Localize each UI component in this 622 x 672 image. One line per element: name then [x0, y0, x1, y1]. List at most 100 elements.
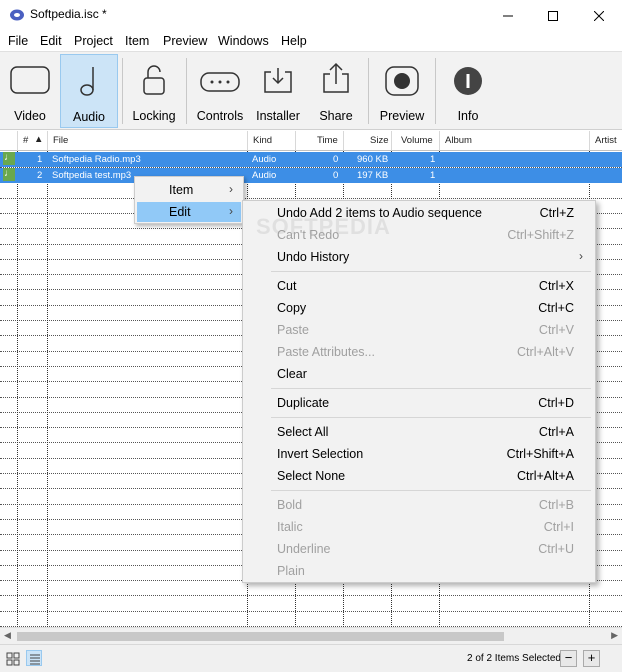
- cell-volume: 1: [430, 170, 436, 181]
- menu-item-shortcut: Ctrl+B: [538, 498, 574, 512]
- menu-file[interactable]: File: [8, 34, 28, 48]
- col-size[interactable]: Size: [370, 135, 388, 146]
- col-artist[interactable]: Artist: [595, 135, 617, 146]
- submenu-item-item[interactable]: Item ›: [137, 180, 241, 200]
- maximize-button[interactable]: [530, 0, 576, 31]
- menu-item-shortcut: Ctrl+Alt+V: [517, 345, 574, 359]
- menu-item-label: Can't Redo: [277, 228, 340, 242]
- menu-separator: [271, 271, 591, 272]
- menu-item-label: Paste Attributes...: [277, 345, 375, 359]
- menu-item-can-t-redo: Can't Redo Ctrl+Shift+Z: [245, 224, 593, 246]
- col-num[interactable]: #: [23, 135, 28, 146]
- cell-kind: Audio: [252, 170, 277, 181]
- menu-item-label: Undo History: [277, 250, 350, 264]
- selection-status: 2 of 2 Items Selected: [467, 653, 561, 664]
- cell-num: 2: [37, 170, 43, 181]
- toolbar-separator: [186, 58, 187, 124]
- share-icon: [323, 62, 349, 93]
- menu-windows[interactable]: Windows: [218, 34, 269, 48]
- menu-separator: [271, 490, 591, 491]
- col-kind[interactable]: Kind: [253, 135, 272, 146]
- menu-item-paste: Paste Ctrl+V: [245, 319, 593, 341]
- controls-button[interactable]: Controls: [192, 54, 248, 128]
- menu-item-shortcut: Ctrl+Z: [539, 206, 574, 220]
- info-label: Info: [457, 109, 479, 123]
- menu-item-shortcut: Ctrl+I: [543, 520, 574, 534]
- menu-item-clear[interactable]: Clear: [245, 363, 593, 385]
- menu-item-bold: Bold Ctrl+B: [245, 494, 593, 516]
- col-time[interactable]: Time: [317, 135, 338, 146]
- cell-time: 0: [333, 170, 339, 181]
- info-button[interactable]: Info: [440, 54, 496, 128]
- menu-item-underline: Underline Ctrl+U: [245, 538, 593, 560]
- menu-project[interactable]: Project: [74, 34, 113, 48]
- scroll-right-icon[interactable]: ▶: [611, 630, 618, 641]
- video-button[interactable]: Video: [2, 54, 58, 128]
- remove-item-button[interactable]: −: [560, 650, 577, 667]
- audio-note-icon: ♩: [3, 152, 15, 165]
- menu-item-label: Cut: [277, 279, 297, 293]
- menu-item[interactable]: Item: [125, 34, 149, 48]
- chevron-right-icon: ›: [229, 204, 233, 218]
- status-bar: 2 of 2 Items Selected − +: [0, 644, 622, 672]
- menu-separator: [271, 417, 591, 418]
- installer-label: Installer: [256, 109, 300, 123]
- locking-button[interactable]: Locking: [126, 54, 182, 128]
- scroll-left-icon[interactable]: ◀: [4, 630, 11, 641]
- col-album[interactable]: Album: [445, 135, 472, 146]
- scroll-thumb[interactable]: [17, 632, 504, 641]
- menu-item-select-none[interactable]: Select None Ctrl+Alt+A: [245, 465, 593, 487]
- menu-item-label: Copy: [277, 301, 307, 315]
- minimize-icon: [503, 15, 513, 16]
- audio-button[interactable]: Audio: [60, 54, 118, 128]
- audio-label: Audio: [73, 110, 105, 124]
- close-icon: [594, 10, 604, 21]
- preview-label: Preview: [379, 109, 425, 123]
- menu-item-label: Italic: [277, 520, 303, 534]
- menu-item-select-all[interactable]: Select All Ctrl+A: [245, 421, 593, 443]
- cell-size: 197 KB: [357, 170, 389, 181]
- grid-view-icon[interactable]: [6, 652, 20, 666]
- share-button[interactable]: Share: [308, 54, 364, 128]
- menu-item-label: Select All: [277, 425, 329, 439]
- menu-item-shortcut: Ctrl+D: [538, 396, 574, 410]
- installer-button[interactable]: Installer: [250, 54, 306, 128]
- menu-item-shortcut: Ctrl+X: [538, 279, 574, 293]
- menu-edit[interactable]: Edit: [40, 34, 62, 48]
- cell-file: Softpedia Radio.mp3: [52, 154, 141, 165]
- menu-item-shortcut: Ctrl+Shift+Z: [507, 228, 574, 242]
- menu-bar: File Edit Project Item Preview Windows H…: [0, 31, 622, 51]
- add-item-button[interactable]: +: [583, 650, 600, 667]
- menu-item-cut[interactable]: Cut Ctrl+X: [245, 275, 593, 297]
- cell-volume: 1: [430, 154, 436, 165]
- submenu-item-edit[interactable]: Edit ›: [137, 202, 241, 222]
- window-title: Softpedia.isc *: [30, 7, 107, 21]
- table-row[interactable]: ♩ 1 Softpedia Radio.mp3 Audio 0 960 KB 1: [0, 152, 622, 167]
- horizontal-scrollbar[interactable]: ◀ ▶: [0, 627, 622, 644]
- menu-preview[interactable]: Preview: [163, 34, 207, 48]
- preview-button[interactable]: Preview: [373, 54, 431, 128]
- col-file[interactable]: File: [53, 135, 68, 146]
- chevron-right-icon: ›: [229, 182, 233, 196]
- sort-asc-icon[interactable]: ▲: [34, 134, 43, 145]
- lock-icon: [143, 65, 165, 95]
- chevron-right-icon: ›: [579, 249, 583, 263]
- menu-item-undo-add-2-items-to-audio-sequence[interactable]: Undo Add 2 items to Audio sequence Ctrl+Z: [245, 202, 593, 224]
- menu-item-copy[interactable]: Copy Ctrl+C: [245, 297, 593, 319]
- controls-icon: [200, 72, 240, 92]
- menu-item-undo-history[interactable]: Undo History ›: [245, 246, 593, 268]
- list-view-icon[interactable]: [26, 650, 42, 666]
- minimize-button[interactable]: [485, 0, 531, 31]
- menu-item-label: Invert Selection: [277, 447, 364, 461]
- cell-time: 0: [333, 154, 339, 165]
- menu-item-label: Duplicate: [277, 396, 330, 410]
- cell-size: 960 KB: [357, 154, 389, 165]
- col-volume[interactable]: Volume: [401, 135, 433, 146]
- table-row[interactable]: ♩ 2 Softpedia test.mp3 Audio 0 197 KB 1: [0, 168, 622, 183]
- menu-item-label: Underline: [277, 542, 331, 556]
- menu-item-invert-selection[interactable]: Invert Selection Ctrl+Shift+A: [245, 443, 593, 465]
- menu-help[interactable]: Help: [281, 34, 307, 48]
- menu-item-duplicate[interactable]: Duplicate Ctrl+D: [245, 392, 593, 414]
- cell-kind: Audio: [252, 154, 277, 165]
- close-button[interactable]: [576, 0, 622, 31]
